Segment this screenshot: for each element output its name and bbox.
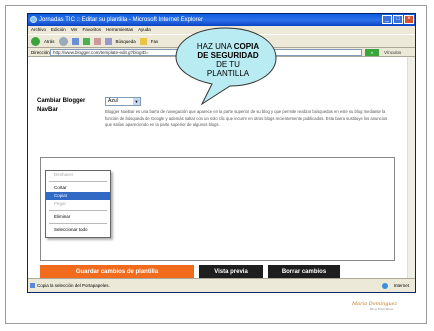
menu-archivo[interactable]: Archivo [31, 26, 46, 34]
callout-line1-bold: COPIA [233, 42, 260, 51]
menu-herramientas[interactable]: Herramientas [106, 26, 133, 34]
zone-label: Internet [393, 283, 409, 288]
context-menu-item-eliminar[interactable]: Eliminar [46, 213, 110, 221]
callout-line2: DE SEGURIDAD [197, 51, 259, 60]
callout-line1: HAZ UNA [196, 42, 234, 51]
menu-separator [49, 210, 107, 211]
author-signature: Maria Dominguez Blog Education [352, 301, 422, 311]
context-menu-item-seleccionar-todo[interactable]: Seleccionar todo [46, 226, 110, 234]
back-label[interactable]: Atrás [44, 39, 55, 44]
vertical-scrollbar[interactable] [407, 57, 415, 278]
navbar-section-label: Cambiar Blogger NavBar [37, 98, 86, 113]
forward-arrow-icon[interactable] [58, 36, 68, 46]
address-url: http://www.blogger.com/template-edit.g?b… [53, 50, 149, 55]
page-icon [30, 283, 35, 288]
callout-text: HAZ UNA COPIA DE SEGURIDAD DE TU PLANTIL… [184, 42, 272, 78]
status-text: Copia la selección del Portapapeles. [37, 283, 110, 288]
window-controls: _ □ × [382, 15, 414, 24]
refresh-icon[interactable] [82, 37, 90, 45]
navbar-color-select[interactable]: Azul ▼ [105, 97, 141, 106]
clear-changes-button[interactable]: Borrar cambios [268, 265, 340, 278]
save-template-button[interactable]: Guardar cambios de plantilla [40, 265, 194, 278]
menu-favoritos[interactable]: Favoritos [83, 26, 102, 34]
status-bar: Copia la selección del Portapapeles. Int… [28, 278, 415, 292]
links-label[interactable]: Vínculos [384, 48, 401, 57]
chevron-down-icon[interactable]: ▼ [133, 98, 140, 105]
favorites-label[interactable]: Fav [151, 39, 159, 44]
close-button[interactable]: × [404, 15, 414, 24]
back-arrow-icon[interactable] [31, 36, 40, 46]
maximize-button[interactable]: □ [393, 15, 403, 24]
menu-separator [49, 181, 107, 182]
navbar-description: Blogger NavBar es una barra de navegació… [105, 109, 388, 127]
home-icon[interactable] [93, 37, 101, 45]
context-menu-item-copiar[interactable]: Copiar [46, 192, 110, 200]
context-menu-item-deshacer: Deshacer [54, 172, 74, 177]
go-button[interactable]: Ir [365, 49, 379, 56]
menu-ver[interactable]: Ver [71, 26, 78, 34]
signature-sub: Blog Education [370, 307, 394, 311]
address-label: Dirección [31, 50, 50, 55]
stop-icon[interactable] [71, 37, 79, 45]
search-icon[interactable] [104, 37, 112, 45]
preview-button[interactable]: Vista previa [199, 265, 263, 278]
minimize-button[interactable]: _ [382, 15, 392, 24]
context-menu-item-cortar[interactable]: Cortar [46, 184, 110, 192]
menu-separator [49, 223, 107, 224]
context-menu-item-pegar: Pegar [54, 201, 67, 206]
context-menu: Deshacer Cortar Copiar Pegar Eliminar Selecci… [45, 170, 111, 238]
action-bar: Guardar cambios de plantilla Vista previ… [40, 265, 395, 278]
favorites-star-icon[interactable] [139, 37, 147, 45]
callout-line4: PLANTILLA [206, 69, 250, 78]
menu-edicion[interactable]: Edición [51, 26, 66, 34]
status-zone: Internet [381, 279, 409, 292]
callout-line3: DE TU [216, 60, 240, 69]
globe-icon [381, 282, 388, 289]
ie-icon [30, 16, 37, 23]
window-title: Jornadas TIC :: Editar su plantilla - Mi… [39, 17, 203, 23]
select-value: Azul [108, 98, 118, 104]
menu-ayuda[interactable]: Ayuda [138, 26, 151, 34]
search-label[interactable]: Búsqueda [116, 39, 136, 44]
